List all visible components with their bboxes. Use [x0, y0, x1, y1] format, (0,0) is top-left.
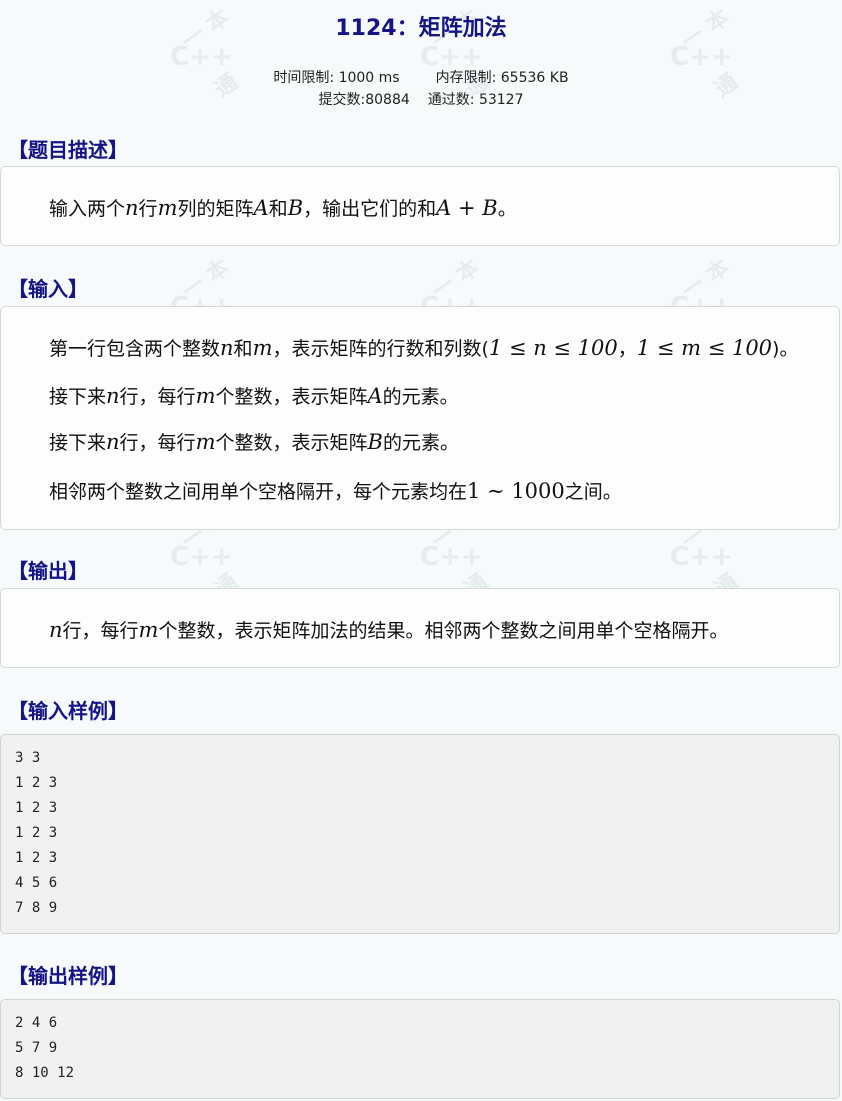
text-segment: 之间。	[564, 481, 622, 503]
math-a: A	[367, 384, 383, 408]
text-segment: 行，每行	[119, 386, 196, 408]
text-segment: 个整数，表示矩阵	[215, 432, 368, 454]
math-a: A	[253, 196, 269, 220]
input-line-1: 第一行包含两个整数n和m，表示矩阵的行数和列数(1 ≤ n ≤ 100，1 ≤ …	[49, 334, 798, 361]
text-segment: 的元素。	[382, 386, 459, 408]
text-segment: 相邻两个整数之间用单个空格隔开，每个元素均在	[49, 481, 468, 503]
text-segment: 个整数，表示矩阵加法的结果。相邻两个整数之间用单个空格隔开。	[158, 620, 729, 642]
sample-output-line: 2 4 6	[15, 1015, 58, 1031]
time-limit: 时间限制: 1000 ms	[273, 70, 400, 86]
math-m: m	[252, 336, 273, 360]
math-range-n: 1 ≤ n ≤ 100	[488, 336, 618, 360]
description-box: 输入两个n行m列的矩阵A和B，输出它们的和A + B。	[0, 166, 840, 246]
input-line-4: 相邻两个整数之间用单个空格隔开，每个元素均在1 ∼ 1000之间。	[49, 477, 622, 504]
limits-row-1: 时间限制: 1000 ms 内存限制: 65536 KB	[0, 67, 842, 87]
text-segment: 行，每行	[119, 432, 196, 454]
description-heading: 【题目描述】	[8, 138, 128, 162]
sample-input-heading: 【输入样例】	[8, 699, 128, 723]
sample-input-line: 3 3	[15, 750, 41, 766]
math-b: B	[287, 196, 304, 220]
text-segment: 和	[268, 198, 288, 220]
math-range: 1 ∼ 1000	[467, 479, 565, 503]
sample-output-box[interactable]: 2 4 6 5 7 9 8 10 12	[0, 999, 840, 1099]
sample-input-line: 1 2 3	[15, 775, 58, 791]
math-m: m	[157, 196, 178, 220]
input-line-2: 接下来n行，每行m个整数，表示矩阵A的元素。	[49, 382, 459, 409]
text-segment: 行，每行	[62, 620, 139, 642]
text-segment: 第一行包含两个整数	[49, 338, 221, 360]
input-line-3: 接下来n行，每行m个整数，表示矩阵B的元素。	[49, 428, 459, 455]
input-heading: 【输入】	[8, 277, 88, 301]
math-n: n	[106, 384, 120, 408]
sample-input-line: 1 2 3	[15, 850, 58, 866]
math-sum: A + B	[436, 196, 498, 220]
memory-limit: 内存限制: 65536 KB	[435, 70, 569, 86]
math-n: n	[49, 618, 63, 642]
text-segment: 个整数，表示矩阵	[215, 386, 368, 408]
text-segment: )。	[772, 338, 799, 360]
output-heading: 【输出】	[8, 559, 88, 583]
input-box: 第一行包含两个整数n和m，表示矩阵的行数和列数(1 ≤ n ≤ 100，1 ≤ …	[0, 306, 840, 530]
sample-output-heading: 【输出样例】	[8, 964, 128, 988]
problem-title: 1124：矩阵加法	[335, 16, 507, 41]
math-b: B	[367, 430, 383, 454]
math-m: m	[195, 430, 216, 454]
text-segment: ，表示矩阵的行数和列数(	[272, 338, 489, 360]
text-segment: ，输出它们的和	[303, 198, 437, 220]
sample-input-line: 7 8 9	[15, 900, 58, 916]
text-segment: 的元素。	[382, 432, 459, 454]
text-segment: 列的矩阵	[177, 198, 254, 220]
text-segment: 和	[233, 338, 253, 360]
text-segment: 接下来	[49, 386, 107, 408]
submit-count: 提交数:80884	[318, 92, 410, 108]
pass-count: 通过数: 53127	[427, 92, 524, 108]
sample-output-line: 8 10 12	[15, 1065, 75, 1081]
math-range-m: 1 ≤ m ≤ 100	[636, 336, 773, 360]
math-n: n	[106, 430, 120, 454]
sample-input-line: 1 2 3	[15, 800, 58, 816]
math-n: n	[220, 336, 234, 360]
sample-input-line: 4 5 6	[15, 875, 58, 891]
output-box: n行，每行m个整数，表示矩阵加法的结果。相邻两个整数之间用单个空格隔开。	[0, 588, 840, 668]
text-segment: 。	[497, 198, 517, 220]
text-segment: ，	[617, 338, 637, 360]
sample-input-box[interactable]: 3 3 1 2 3 1 2 3 1 2 3 1 2 3 4 5 6 7 8 9	[0, 734, 840, 934]
limits-row-2: 提交数:80884 通过数: 53127	[0, 89, 842, 109]
math-n: n	[125, 196, 139, 220]
math-m: m	[195, 384, 216, 408]
description-text: 输入两个n行m列的矩阵A和B，输出它们的和A + B。	[49, 194, 517, 221]
text-segment: 输入两个	[49, 198, 126, 220]
text-segment: 行	[138, 198, 158, 220]
text-segment: 接下来	[49, 432, 107, 454]
sample-output-line: 5 7 9	[15, 1040, 58, 1056]
math-m: m	[138, 618, 159, 642]
output-text: n行，每行m个整数，表示矩阵加法的结果。相邻两个整数之间用单个空格隔开。	[49, 616, 728, 643]
sample-input-line: 1 2 3	[15, 825, 58, 841]
